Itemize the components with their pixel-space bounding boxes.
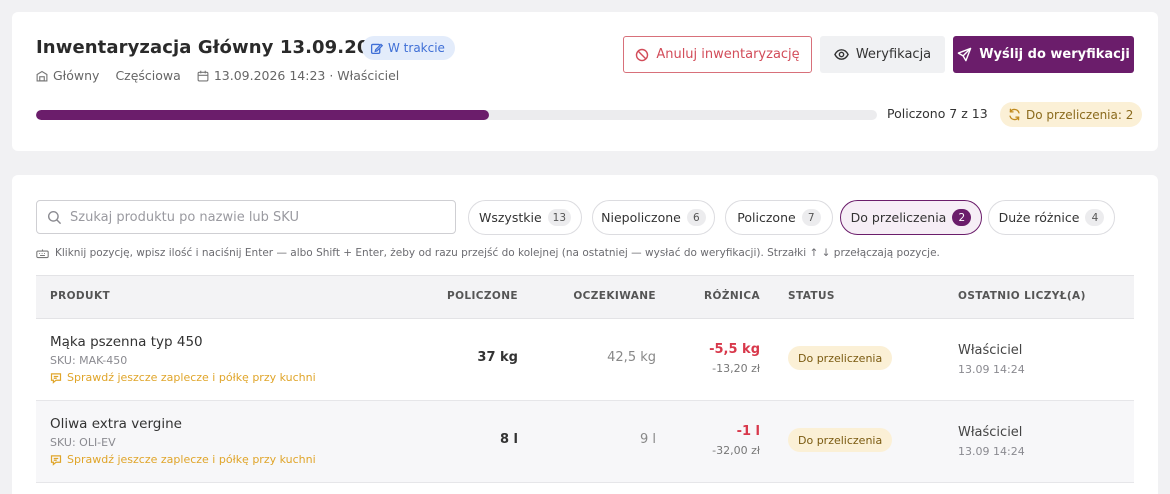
- difference-value: -32,00 zł: [712, 444, 760, 457]
- comment-icon: [50, 454, 62, 466]
- comment-icon: [50, 372, 62, 384]
- filter-counted-count: 7: [801, 209, 821, 226]
- edit-icon: [370, 43, 383, 54]
- products-card: Wszystkie 13 Niepoliczone 6 Policzone 7 …: [12, 175, 1158, 494]
- filter-large-differences-label: Duże różnice: [998, 210, 1080, 225]
- filter-all-label: Wszystkie: [478, 210, 542, 225]
- products-table: PRODUKT POLICZONE OCZEKIWANE RÓŻNICA STA…: [36, 275, 1134, 483]
- row-status-badge: Do przeliczenia: [788, 346, 893, 370]
- product-note-text: Sprawdź jeszcze zaplecze i półkę przy ku…: [67, 453, 316, 466]
- counted-at: 13.09 14:24: [958, 363, 1025, 376]
- page-title: Inwentaryzacja Główny 13.09.2026: [36, 37, 395, 58]
- inventory-meta: Główny Częściowa 13.09.2026 14:23 · Właś…: [36, 68, 399, 83]
- inventory-datetime-owner: 13.09.2026 14:23 · Właściciel: [213, 68, 400, 83]
- search-box[interactable]: [36, 200, 456, 234]
- expected-quantity: 42,5 kg: [607, 350, 656, 365]
- verification-label: Weryfikacja: [855, 47, 932, 62]
- counted-quantity[interactable]: 8 l: [500, 432, 518, 447]
- table-header: PRODUKT POLICZONE OCZEKIWANE RÓŻNICA STA…: [36, 275, 1134, 319]
- filter-large-differences-count: 4: [1085, 209, 1105, 226]
- refresh-icon: [1009, 108, 1020, 121]
- filter-counted-label: Policzone: [737, 210, 796, 225]
- column-expected: OCZEKIWANE: [573, 290, 656, 302]
- filter-recount-label: Do przeliczenia: [850, 210, 947, 225]
- product-sku: SKU: MAK-450: [50, 354, 128, 367]
- column-counted: POLICZONE: [446, 290, 518, 302]
- verification-button[interactable]: Weryfikacja: [820, 36, 945, 73]
- column-last-counted: OSTATNIO LICZYŁ(A): [958, 290, 1086, 302]
- search-input[interactable]: [70, 209, 430, 225]
- filter-uncounted-label: Niepoliczone: [601, 210, 681, 225]
- search-icon: [47, 210, 62, 224]
- warehouse-icon: [36, 70, 48, 81]
- difference-quantity: -5,5 kg: [709, 342, 760, 357]
- filter-all-count: 13: [547, 209, 572, 226]
- keyboard-icon: [36, 248, 49, 258]
- eye-icon: [833, 49, 849, 60]
- calendar-icon: [197, 70, 209, 81]
- recount-pill[interactable]: Do przeliczenia: 2: [1000, 102, 1143, 127]
- filter-uncounted[interactable]: Niepoliczone 6: [592, 200, 715, 235]
- column-status: STATUS: [788, 290, 835, 302]
- counted-by: Właściciel: [958, 343, 1023, 358]
- filter-recount-count: 2: [952, 209, 972, 226]
- send-to-verification-label: Wyślij do weryfikacji: [979, 47, 1130, 62]
- product-note: Sprawdź jeszcze zaplecze i półkę przy ku…: [50, 453, 316, 466]
- cancel-inventory-label: Anuluj inwentaryzację: [656, 47, 800, 62]
- count-progress-bar: [36, 110, 877, 120]
- filter-large-differences[interactable]: Duże różnice 4: [988, 200, 1115, 235]
- ban-icon: [636, 48, 649, 61]
- product-sku: SKU: OLI-EV: [50, 436, 116, 449]
- cancel-inventory-button[interactable]: Anuluj inwentaryzację: [623, 36, 812, 73]
- product-note-text: Sprawdź jeszcze zaplecze i półkę przy ku…: [67, 371, 316, 384]
- column-product: PRODUKT: [50, 290, 111, 302]
- product-name: Mąka pszenna typ 450: [50, 334, 203, 350]
- filter-counted[interactable]: Policzone 7: [725, 200, 833, 235]
- keyboard-hint-text: Kliknij pozycję, wpisz ilość i naciśnij …: [55, 247, 940, 259]
- difference-quantity: -1 l: [736, 424, 760, 439]
- table-row[interactable]: Oliwa extra vergine SKU: OLI-EV Sprawdź …: [36, 401, 1134, 483]
- inventory-scope: Częściowa: [115, 68, 181, 83]
- expected-quantity: 9 l: [639, 432, 656, 447]
- keyboard-hint: Kliknij pozycję, wpisz ilość i naciśnij …: [36, 247, 940, 259]
- count-progress-fill: [36, 110, 489, 120]
- count-progress-label: Policzono 7 z 13: [887, 106, 988, 121]
- inventory-header-card: Inwentaryzacja Główny 13.09.2026 W trakc…: [12, 12, 1158, 151]
- row-status-badge: Do przeliczenia: [788, 428, 893, 452]
- table-row[interactable]: Mąka pszenna typ 450 SKU: MAK-450 Sprawd…: [36, 319, 1134, 401]
- send-icon: [957, 47, 972, 62]
- recount-pill-label: Do przeliczenia: 2: [1026, 107, 1134, 122]
- filter-recount[interactable]: Do przeliczenia 2: [840, 200, 982, 235]
- status-badge: W trakcie: [362, 36, 455, 60]
- difference-value: -13,20 zł: [712, 362, 760, 375]
- counted-at: 13.09 14:24: [958, 445, 1025, 458]
- column-difference: RÓŻNICA: [704, 290, 760, 302]
- send-to-verification-button[interactable]: Wyślij do weryfikacji: [953, 36, 1134, 73]
- product-name: Oliwa extra vergine: [50, 416, 182, 432]
- counted-quantity[interactable]: 37 kg: [477, 350, 518, 365]
- counted-by: Właściciel: [958, 425, 1023, 440]
- filter-uncounted-count: 6: [686, 209, 706, 226]
- status-badge-label: W trakcie: [388, 41, 445, 55]
- product-note: Sprawdź jeszcze zaplecze i półkę przy ku…: [50, 371, 316, 384]
- warehouse-name: Główny: [53, 68, 100, 83]
- filter-all[interactable]: Wszystkie 13: [468, 200, 582, 235]
